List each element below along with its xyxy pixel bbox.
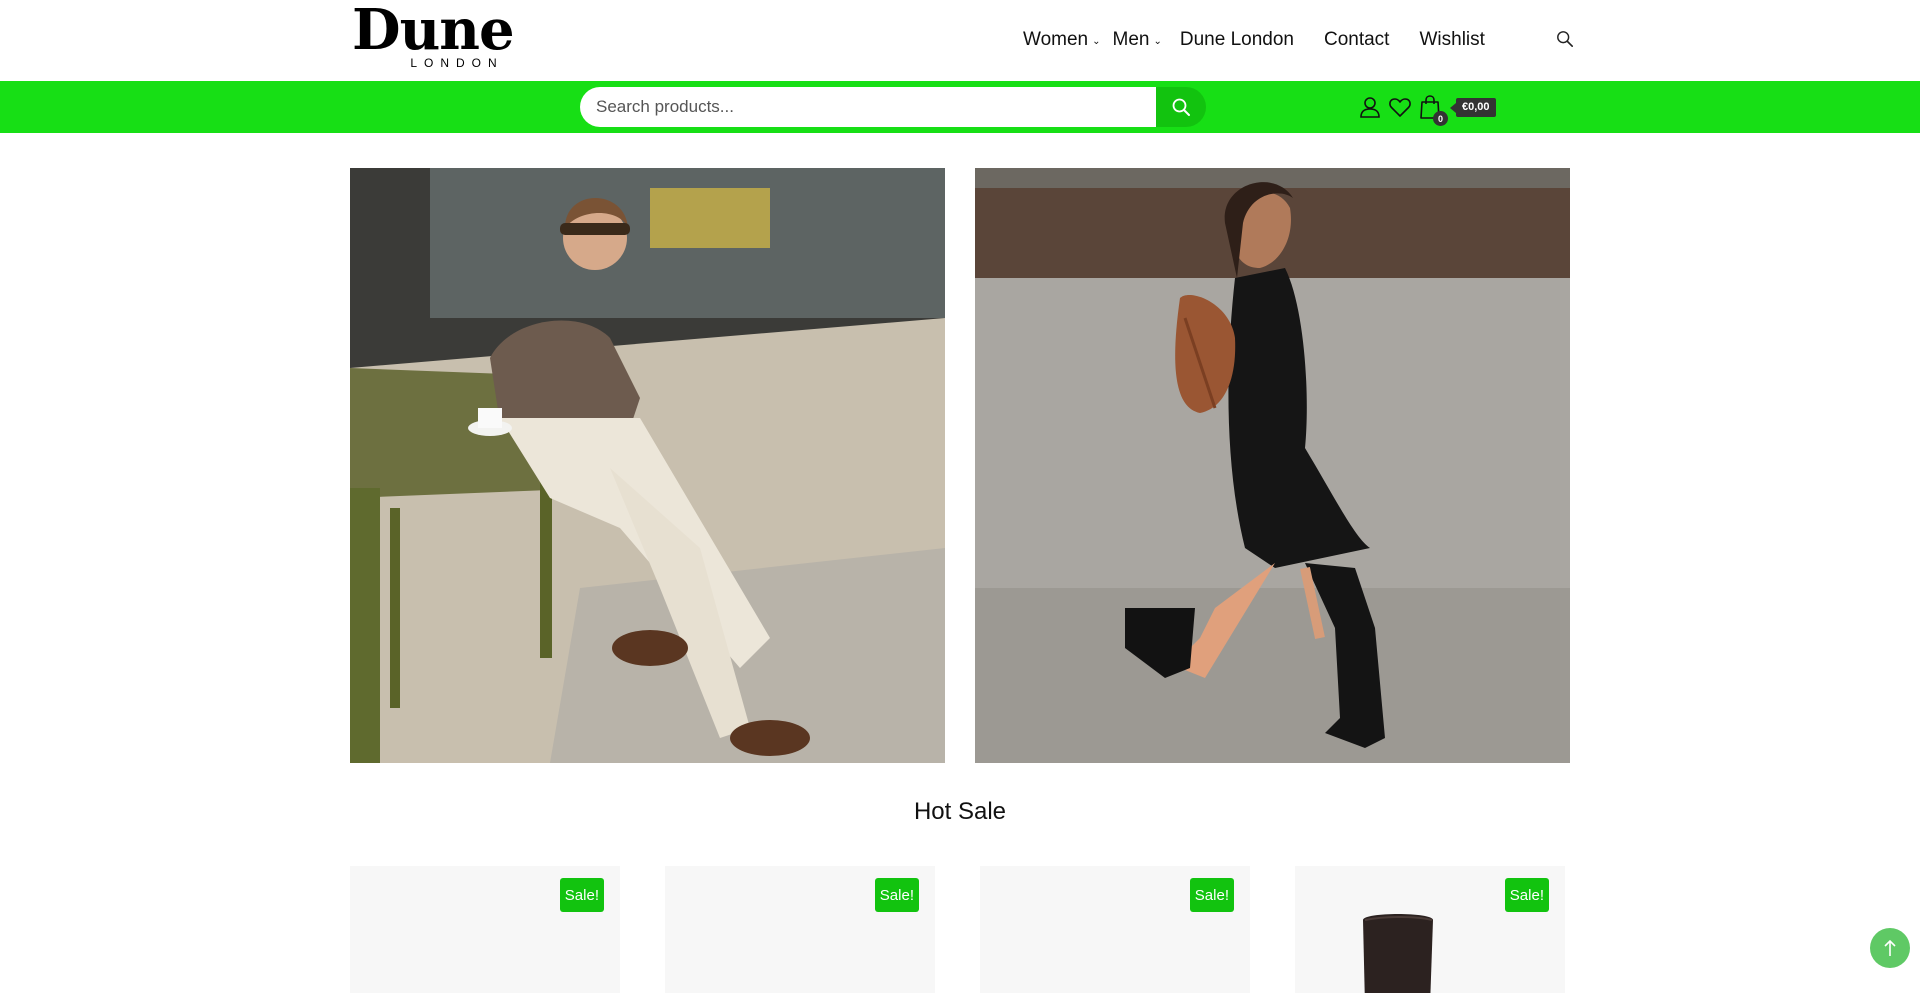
nav-item-women[interactable]: Women ⌄ (1023, 29, 1101, 51)
sale-badge: Sale! (874, 878, 919, 912)
chevron-down-icon: ⌄ (1092, 36, 1101, 47)
arrow-up-icon (1884, 939, 1896, 956)
nav-item-label: Contact (1323, 29, 1390, 50)
men-banner[interactable] (350, 168, 945, 763)
search-submit-button[interactable] (1156, 87, 1206, 127)
product-card[interactable]: Sale! (980, 866, 1250, 993)
nav-item-label: Men (1112, 29, 1150, 50)
user-icon[interactable] (1356, 93, 1384, 121)
search-icon[interactable] (1556, 30, 1576, 50)
search-icon (1172, 98, 1190, 116)
nav-item-label: Wishlist (1419, 29, 1485, 50)
nav-item-men[interactable]: Men ⌄ (1113, 29, 1162, 51)
product-card[interactable]: Sale! (665, 866, 935, 993)
product-card[interactable]: Sale! (350, 866, 620, 993)
product-card[interactable]: Sale! (1295, 866, 1565, 993)
nav-item-dune-london[interactable]: Dune London (1180, 29, 1294, 51)
brand-logo[interactable]: Dune LONDON (352, 0, 556, 70)
main-nav: Women ⌄ Men ⌄ Dune London Contact Wishli… (1023, 26, 1515, 54)
site-header: Dune LONDON Women ⌄ Men ⌄ Dune London Co… (0, 0, 1920, 81)
back-to-top-button[interactable] (1870, 928, 1910, 968)
sale-badge: Sale! (1189, 878, 1234, 912)
women-banner-image (975, 168, 1570, 763)
nav-item-wishlist[interactable]: Wishlist (1419, 29, 1484, 51)
search-bar-strip: 0 €0,00 (0, 81, 1920, 133)
boot-product-image (1363, 914, 1433, 993)
product-search (580, 87, 1206, 127)
search-input[interactable] (580, 87, 1156, 127)
nav-item-label: Women (1023, 29, 1089, 50)
logo-wordmark: Dune (352, 0, 515, 63)
chevron-down-icon: ⌄ (1153, 36, 1162, 47)
cart-count-badge: 0 (1433, 111, 1448, 126)
women-banner[interactable] (975, 168, 1570, 763)
header-icons: 0 €0,00 (1356, 91, 1496, 126)
cart-total[interactable]: €0,00 (1450, 97, 1496, 117)
section-title-hot-sale: Hot Sale (913, 798, 1007, 825)
nav-item-contact[interactable]: Contact (1324, 29, 1389, 51)
heart-icon[interactable] (1386, 93, 1414, 121)
sale-badge: Sale! (559, 878, 604, 912)
nav-item-label: Dune London (1179, 29, 1294, 50)
men-banner-image (350, 168, 945, 763)
shopping-bag-icon[interactable]: 0 (1416, 93, 1448, 126)
